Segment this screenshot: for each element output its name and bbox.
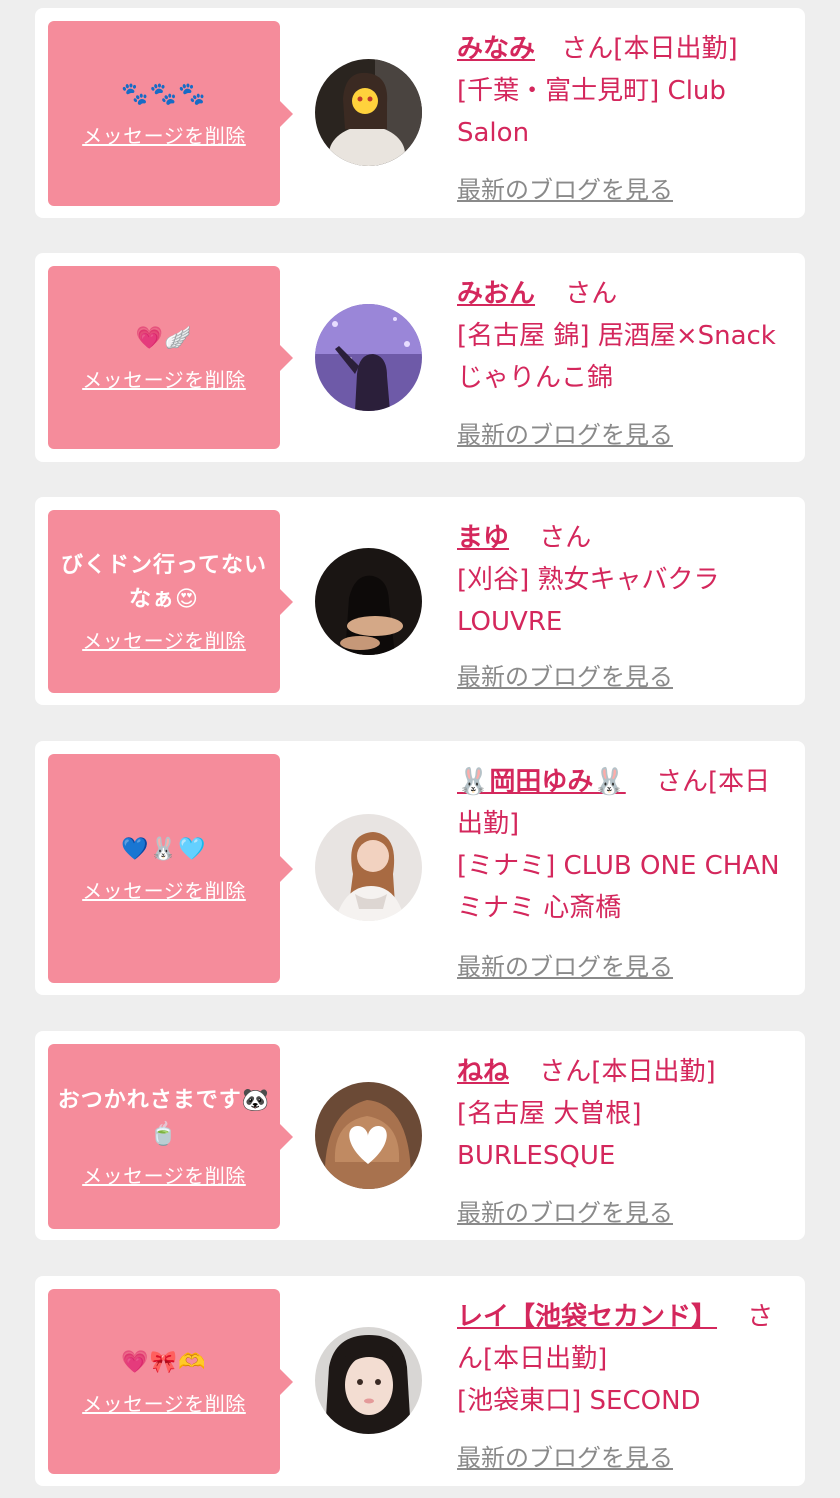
avatar[interactable] <box>315 1082 422 1189</box>
latest-blog-link[interactable]: 最新のブログを見る <box>457 170 673 205</box>
message-text: 💙🐰🩵 <box>121 837 207 862</box>
message-card: おつかれさまです🐼🍵 メッセージを削除 ねね さん[本日出勤] [名古屋 大曽根… <box>35 1031 805 1240</box>
cast-name-link[interactable]: みおん <box>457 279 535 309</box>
message-text: 🐾🐾🐾 <box>121 82 207 107</box>
avatar-image <box>315 1082 422 1189</box>
message-bubble: おつかれさまです🐼🍵 メッセージを削除 <box>48 1044 293 1229</box>
message-card: 💙🐰🩵 メッセージを削除 🐰岡田ゆみ🐰 さん[本日出勤] [ミナミ] CLUB … <box>35 741 805 995</box>
cast-info: 🐰岡田ゆみ🐰 さん[本日出勤] [ミナミ] CLUB ONE CHAN ミナミ … <box>457 761 787 929</box>
message-card: びくドン行ってないなぁ😍 メッセージを削除 まゆ さん [刈谷] 熟女キャバクラ… <box>35 497 805 705</box>
honorific: さん <box>539 1057 592 1087</box>
cast-name-link[interactable]: レイ【池袋セカンド】 <box>457 1302 717 1332</box>
cast-info: レイ【池袋セカンド】 さん[本日出勤] [池袋東口] SECOND <box>457 1296 787 1422</box>
delete-message-link[interactable]: メッセージを削除 <box>82 625 246 654</box>
work-status: [本日出勤] <box>591 1057 716 1087</box>
cast-name-link[interactable]: まゆ <box>457 523 509 553</box>
message-card: 💗🎀🫶 メッセージを削除 レイ【池袋セカンド】 さん[本日出勤] [池袋東口] … <box>35 1276 805 1486</box>
avatar-image <box>315 814 422 921</box>
message-bubble: 💗🎀🫶 メッセージを削除 <box>48 1289 293 1474</box>
shop-name: [ミナミ] CLUB ONE CHAN ミナミ 心斎橋 <box>457 851 780 923</box>
cast-name-link[interactable]: みなみ <box>457 34 535 64</box>
latest-blog-link[interactable]: 最新のブログを見る <box>457 947 673 982</box>
avatar-image <box>315 304 422 411</box>
cast-info: ねね さん[本日出勤] [名古屋 大曽根] BURLESQUE <box>457 1051 787 1177</box>
work-status: [本日出勤] <box>483 1344 608 1374</box>
message-bubble: 🐾🐾🐾 メッセージを削除 <box>48 21 293 206</box>
message-bubble: 💙🐰🩵 メッセージを削除 <box>48 754 293 983</box>
message-bubble: 💗🪽 メッセージを削除 <box>48 266 293 449</box>
latest-blog-link[interactable]: 最新のブログを見る <box>457 657 673 692</box>
avatar[interactable] <box>315 304 422 411</box>
avatar[interactable] <box>315 548 422 655</box>
cast-info: みおん さん [名古屋 錦] 居酒屋×Snack じゃりんこ錦 <box>457 273 787 399</box>
avatar-image <box>315 59 422 166</box>
message-text: おつかれさまです🐼🍵 <box>57 1088 271 1147</box>
avatar-image <box>315 548 422 655</box>
honorific: さん <box>561 34 614 64</box>
avatar-image <box>315 1327 422 1434</box>
latest-blog-link[interactable]: 最新のブログを見る <box>457 415 673 450</box>
avatar[interactable] <box>315 59 422 166</box>
work-status: [本日出勤] <box>613 34 738 64</box>
cast-name-link[interactable]: ねね <box>457 1057 509 1087</box>
cast-name-link[interactable]: 🐰岡田ゆみ🐰 <box>457 767 626 797</box>
cast-info: みなみ さん[本日出勤] [千葉・富士見町] Club Salon <box>457 28 787 154</box>
shop-name: [名古屋 大曽根] BURLESQUE <box>457 1099 642 1171</box>
shop-name: [刈谷] 熟女キャバクラ LOUVRE <box>457 565 720 637</box>
message-text: びくドン行ってないなぁ😍 <box>61 553 267 612</box>
shop-name: [名古屋 錦] 居酒屋×Snack じゃりんこ錦 <box>457 321 776 393</box>
message-text: 💗🪽 <box>135 326 193 351</box>
shop-name: [池袋東口] SECOND <box>457 1386 701 1416</box>
message-bubble: びくドン行ってないなぁ😍 メッセージを削除 <box>48 510 293 693</box>
delete-message-link[interactable]: メッセージを削除 <box>82 364 246 393</box>
avatar[interactable] <box>315 814 422 921</box>
honorific: さん <box>539 523 592 553</box>
honorific: さん <box>656 767 709 797</box>
delete-message-link[interactable]: メッセージを削除 <box>82 120 246 149</box>
latest-blog-link[interactable]: 最新のブログを見る <box>457 1438 673 1473</box>
delete-message-link[interactable]: メッセージを削除 <box>82 1160 246 1189</box>
honorific: さん <box>565 279 618 309</box>
delete-message-link[interactable]: メッセージを削除 <box>82 875 246 904</box>
message-text: 💗🎀🫶 <box>121 1350 207 1375</box>
avatar[interactable] <box>315 1327 422 1434</box>
delete-message-link[interactable]: メッセージを削除 <box>82 1388 246 1417</box>
cast-info: まゆ さん [刈谷] 熟女キャバクラ LOUVRE <box>457 517 787 643</box>
message-card: 💗🪽 メッセージを削除 みおん さん [名古屋 錦] 居酒屋×Snack じゃり… <box>35 253 805 462</box>
latest-blog-link[interactable]: 最新のブログを見る <box>457 1193 673 1228</box>
shop-name: [千葉・富士見町] Club Salon <box>457 76 726 148</box>
message-card: 🐾🐾🐾 メッセージを削除 みなみ さん[本日出勤] [千葉・富士見町] Club… <box>35 8 805 218</box>
